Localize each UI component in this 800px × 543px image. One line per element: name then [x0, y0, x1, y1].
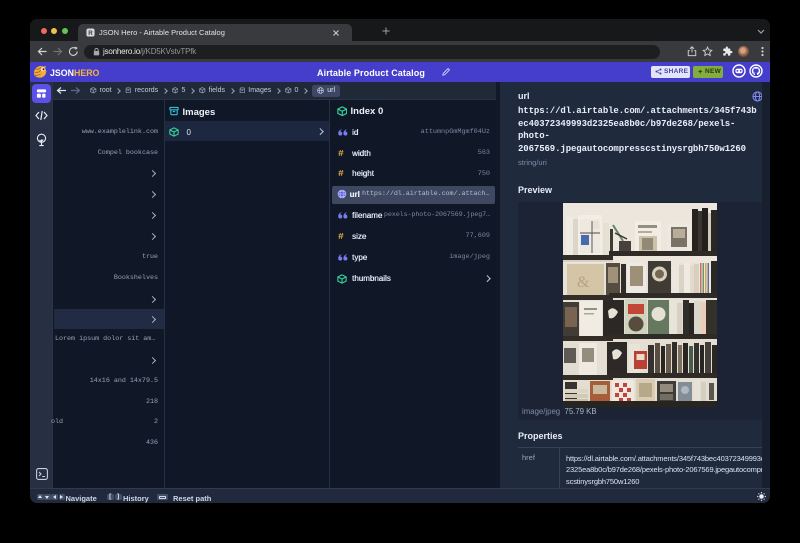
svg-text:R: R: [88, 30, 93, 37]
